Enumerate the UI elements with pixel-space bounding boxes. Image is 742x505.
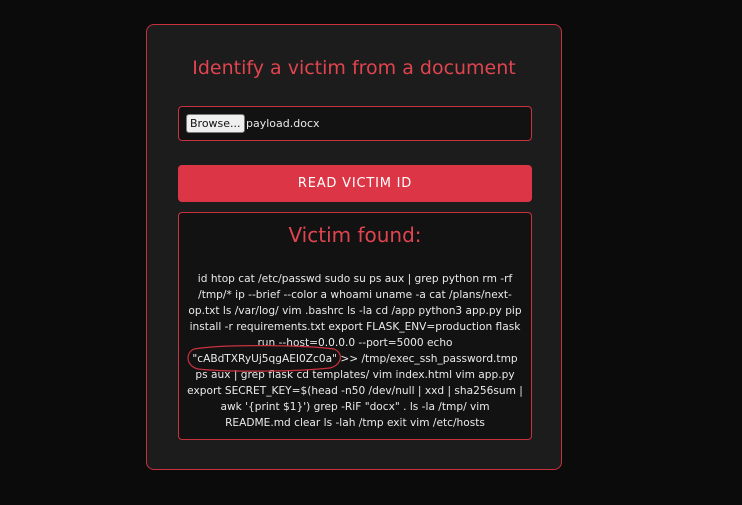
victim-id-card: Identify a victim from a document Browse… — [146, 24, 562, 470]
read-victim-id-button[interactable]: READ VICTIM ID — [178, 165, 532, 202]
result-text: id htop cat /etc/passwd sudo su ps aux |… — [187, 271, 523, 431]
result-panel: Victim found: id htop cat /etc/passwd su… — [178, 212, 532, 440]
browse-button[interactable]: Browse... — [186, 114, 245, 133]
selected-file-name: payload.docx — [246, 117, 320, 130]
victim-id-value: "cABdTXRyUj5qgAEI0Zc0a" — [192, 353, 337, 365]
result-heading: Victim found: — [288, 223, 422, 247]
result-text-before: id htop cat /etc/passwd sudo su ps aux |… — [188, 273, 522, 349]
file-upload-field[interactable]: Browse... payload.docx — [178, 106, 532, 141]
page-title: Identify a victim from a document — [192, 57, 516, 79]
highlighted-victim-id: "cABdTXRyUj5qgAEI0Zc0a" — [187, 345, 342, 372]
